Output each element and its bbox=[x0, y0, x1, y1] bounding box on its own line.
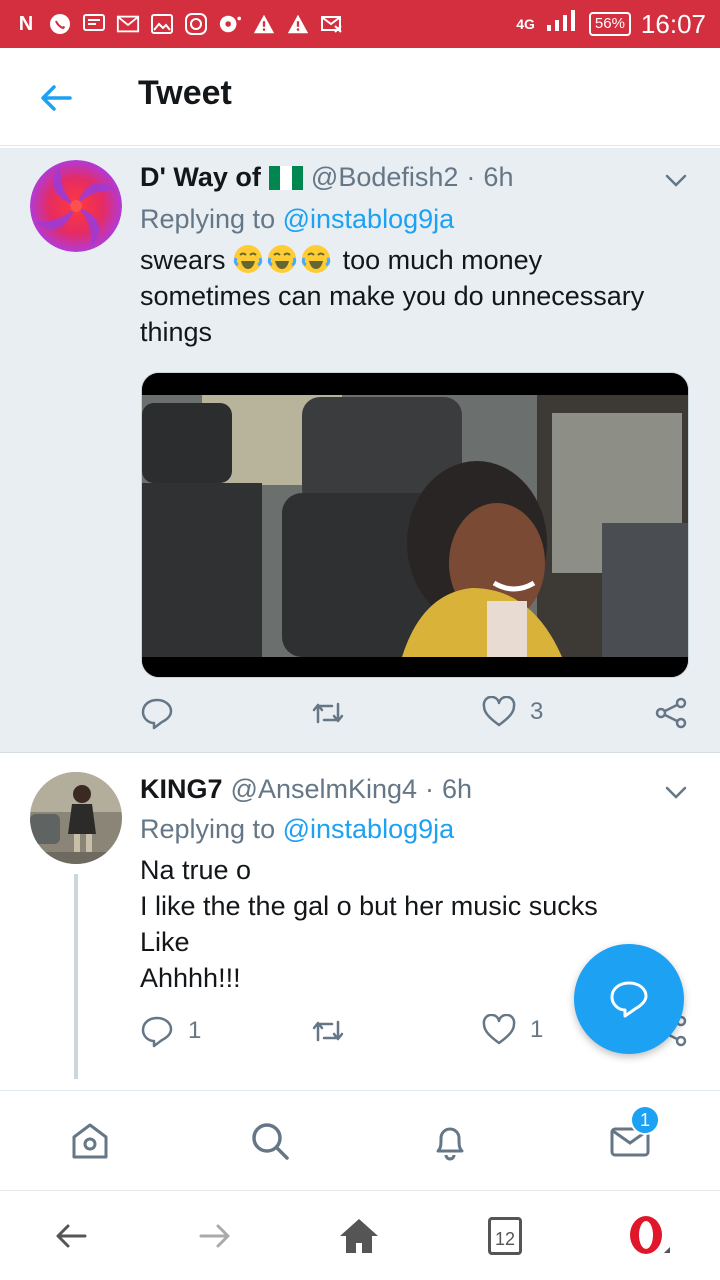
separator: · bbox=[466, 162, 476, 192]
separator: · bbox=[425, 774, 435, 804]
tab-notifications[interactable] bbox=[422, 1113, 478, 1169]
tweet-menu-button[interactable] bbox=[664, 780, 688, 804]
house-icon bbox=[340, 1219, 378, 1253]
opera-logo-icon bbox=[630, 1216, 670, 1254]
network-type: 4G bbox=[516, 16, 535, 32]
tweet-text: swears 😂😂😂 too much money sometimes can … bbox=[140, 242, 680, 350]
bottom-tab-bar: 1 bbox=[0, 1090, 720, 1190]
nigeria-flag-icon bbox=[268, 165, 303, 190]
reply-button[interactable] bbox=[140, 696, 188, 730]
like-count: 1 bbox=[530, 1016, 544, 1043]
status-bar: N 4G 56% 16:07 bbox=[0, 0, 720, 48]
retweet-button[interactable] bbox=[310, 696, 360, 730]
notification-n-icon: N bbox=[18, 12, 34, 35]
compose-reply-button[interactable] bbox=[574, 944, 684, 1054]
reply-icon bbox=[141, 698, 173, 730]
tweet-actions: 3 bbox=[140, 696, 690, 736]
warning-icon bbox=[252, 12, 276, 36]
home-icon bbox=[72, 1123, 108, 1159]
replying-prefix: Replying to bbox=[140, 204, 276, 234]
retweet-icon bbox=[312, 1020, 344, 1042]
tweet-author-line: KING7 @AnselmKing4 · 6h bbox=[140, 774, 472, 805]
reply-icon bbox=[610, 981, 648, 1018]
gmail-icon bbox=[116, 12, 140, 36]
message-icon bbox=[82, 12, 106, 36]
opera-menu-button[interactable] bbox=[624, 1211, 674, 1261]
replying-prefix: Replying to bbox=[140, 814, 276, 844]
tweet-time: 6h bbox=[442, 774, 473, 804]
retweet-button[interactable] bbox=[310, 1014, 360, 1048]
share-icon bbox=[655, 697, 687, 729]
user-handle[interactable]: @AnselmKing4 bbox=[231, 774, 418, 805]
tab-count: 12 bbox=[488, 1217, 522, 1255]
chevron-down-icon bbox=[665, 786, 687, 799]
reply-count: 1 bbox=[188, 1017, 202, 1044]
heart-icon bbox=[482, 1014, 516, 1045]
tab-search[interactable] bbox=[242, 1113, 298, 1169]
thread-connector bbox=[74, 874, 78, 1079]
tweet-text-line: I like the the gal o but her music sucks bbox=[140, 891, 598, 921]
browser-forward-button[interactable] bbox=[190, 1211, 240, 1261]
warning-icon bbox=[286, 12, 310, 36]
share-button[interactable] bbox=[654, 696, 688, 730]
like-button[interactable]: 1 bbox=[482, 1014, 543, 1046]
browser-back-button[interactable] bbox=[46, 1211, 96, 1261]
reply-icon bbox=[141, 1016, 173, 1048]
search-icon bbox=[252, 1123, 289, 1160]
browser-tabs-button[interactable]: 12 bbox=[480, 1211, 530, 1261]
avatar[interactable] bbox=[30, 772, 122, 864]
tweet-menu-button[interactable] bbox=[664, 168, 688, 192]
email-off-icon bbox=[320, 12, 344, 36]
display-name[interactable]: KING7 bbox=[140, 774, 223, 805]
signal-icon bbox=[545, 9, 579, 40]
browser-nav-bar: 12 bbox=[0, 1190, 720, 1280]
retweet-icon bbox=[312, 702, 344, 724]
arrow-left-icon bbox=[56, 1224, 87, 1248]
mention-link[interactable]: @instablog9ja bbox=[283, 814, 455, 844]
mention-link[interactable]: @instablog9ja bbox=[283, 204, 455, 234]
like-count: 3 bbox=[530, 698, 544, 725]
avatar[interactable] bbox=[30, 160, 122, 252]
opera-max-icon bbox=[218, 12, 242, 36]
tweet-text-line: Na true o bbox=[140, 855, 252, 885]
reply-button[interactable]: 1 bbox=[140, 1014, 201, 1048]
browser-home-button[interactable] bbox=[334, 1211, 384, 1261]
display-name[interactable]: D' Way of bbox=[140, 162, 261, 193]
whatsapp-icon bbox=[48, 12, 72, 36]
replying-to: Replying to @instablog9ja bbox=[140, 814, 454, 845]
back-button[interactable] bbox=[36, 78, 76, 118]
like-button[interactable]: 3 bbox=[482, 696, 543, 728]
tweet-text-start: swears bbox=[140, 245, 226, 275]
replying-to: Replying to @instablog9ja bbox=[140, 204, 454, 235]
page-title: Tweet bbox=[138, 74, 232, 112]
message-badge: 1 bbox=[630, 1105, 660, 1135]
chevron-down-icon bbox=[665, 174, 687, 187]
heart-icon bbox=[482, 696, 516, 727]
gallery-icon bbox=[150, 12, 174, 36]
tweet-time: 6h bbox=[483, 162, 514, 192]
tweet-author-line: D' Way of @Bodefish2 · 6h bbox=[140, 162, 513, 193]
user-handle[interactable]: @Bodefish2 bbox=[311, 162, 459, 193]
app-header: Tweet bbox=[0, 48, 720, 146]
arrow-left-icon bbox=[41, 85, 72, 111]
crying-laughing-emoji-icon bbox=[233, 245, 343, 275]
instagram-icon bbox=[184, 12, 208, 36]
tab-home[interactable] bbox=[62, 1113, 118, 1169]
video-thumbnail[interactable] bbox=[141, 372, 689, 678]
arrow-right-icon bbox=[199, 1224, 230, 1248]
clock: 16:07 bbox=[640, 8, 706, 39]
battery-indicator: 56% bbox=[588, 12, 631, 36]
bell-icon bbox=[436, 1127, 464, 1161]
tweet[interactable]: D' Way of @Bodefish2 · 6h Replying to @i… bbox=[0, 148, 720, 753]
